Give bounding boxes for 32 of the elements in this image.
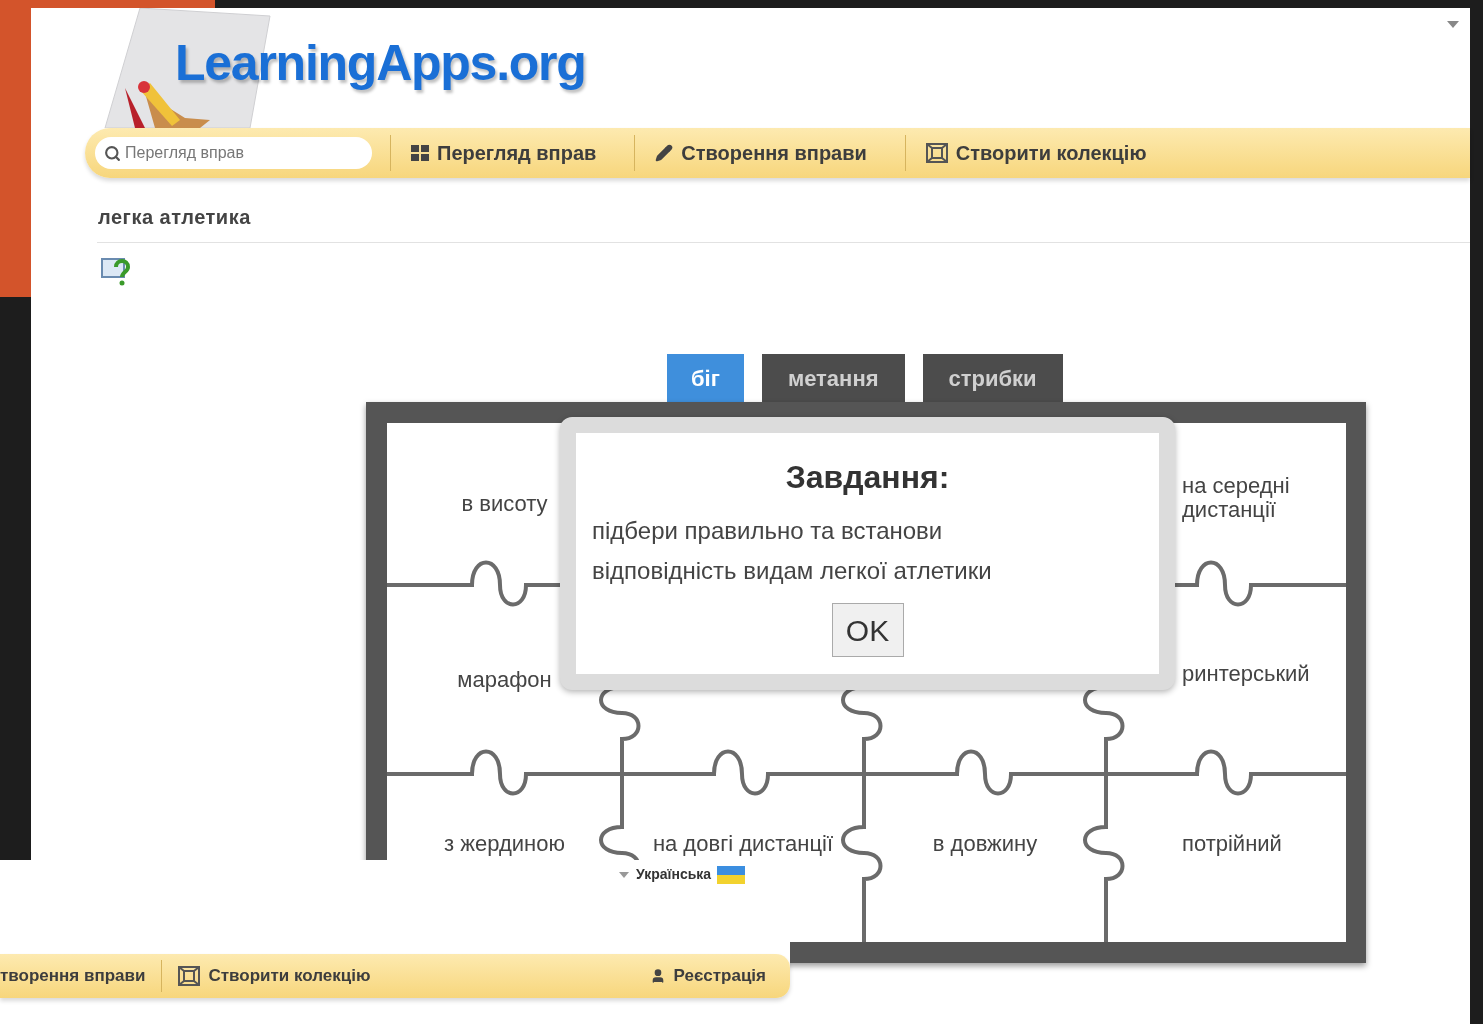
- collection-icon: [925, 143, 948, 163]
- nav-link[interactable]: творення вправи: [0, 963, 146, 989]
- dialog-title: Завдання:: [784, 458, 951, 497]
- search-icon: [104, 145, 121, 162]
- puzzle-piece-label[interactable]: в висоту: [461, 492, 548, 516]
- nav-link[interactable]: Створити колекцію: [178, 963, 371, 989]
- logo-text[interactable]: LearningApps.org: [175, 25, 586, 101]
- search-field[interactable]: Перегляд вправ: [95, 137, 372, 169]
- nav-link[interactable]: Створення вправи: [635, 138, 887, 168]
- page-title: легка атлетика: [98, 205, 252, 230]
- language-selector[interactable]: Українська: [636, 864, 712, 885]
- category-tab[interactable]: метання: [761, 354, 905, 402]
- dialog-text: підбери правильно та встанови відповідність видам легкої атлетики: [592, 516, 993, 586]
- puzzle-piece-label[interactable]: ринтерський: [1182, 661, 1310, 686]
- nav-link[interactable]: Реєстрація: [649, 963, 766, 989]
- puzzle-piece-label[interactable]: марафон: [457, 667, 552, 692]
- puzzle-piece-label[interactable]: потрійний: [1182, 832, 1282, 856]
- help-icon[interactable]: [100, 255, 132, 287]
- puzzle-piece-label[interactable]: в довжину: [932, 832, 1038, 856]
- category-tab[interactable]: стрибки: [922, 354, 1063, 402]
- flag-icon: [717, 865, 746, 884]
- ok-button[interactable]: OK: [831, 603, 904, 657]
- nav-link[interactable]: Перегляд вправ: [391, 138, 617, 168]
- dropdown-caret-icon[interactable]: [618, 870, 630, 879]
- grid-icon: [411, 145, 429, 161]
- pencil-icon: [655, 144, 674, 162]
- puzzle-piece-label[interactable]: на довгі дистанції: [652, 832, 834, 856]
- collection-icon: [178, 966, 201, 986]
- puzzle-piece-label[interactable]: на середні дистанції: [1182, 474, 1322, 522]
- nav-link[interactable]: Створити колекцію: [905, 138, 1167, 168]
- dropdown-caret-icon[interactable]: [1446, 20, 1460, 29]
- puzzle-piece-label[interactable]: з жердиною: [444, 832, 565, 856]
